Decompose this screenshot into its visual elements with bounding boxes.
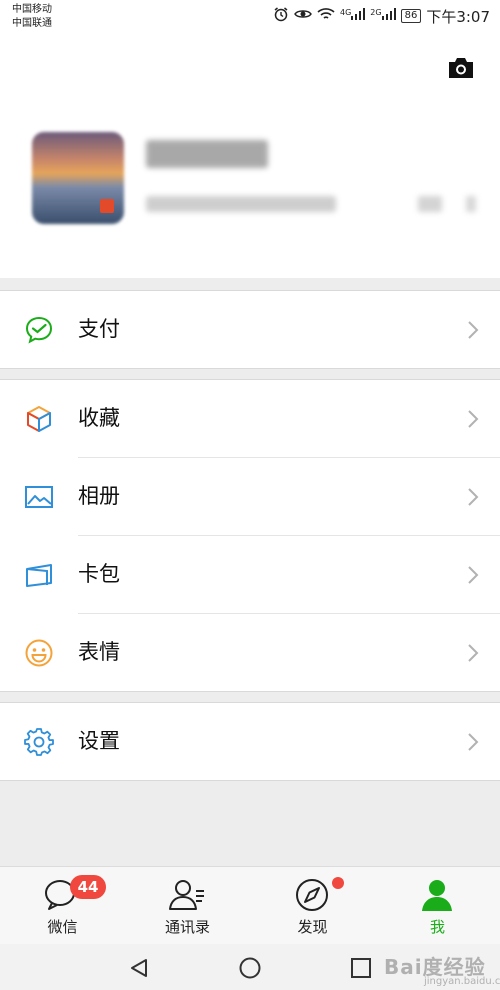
menu-label-settings: 设置	[78, 729, 120, 753]
unread-badge: 44	[70, 875, 106, 899]
menu-label-album: 相册	[78, 484, 120, 508]
wifi-icon	[317, 7, 335, 25]
battery-indicator: 86	[400, 9, 422, 23]
menu-label-pay: 支付	[78, 317, 120, 341]
tab-label-contacts: 通讯录	[164, 918, 210, 936]
wechat-id-blurred	[146, 196, 336, 212]
menu-item-stickers[interactable]: 表情	[0, 614, 500, 691]
menu-item-album[interactable]: 相册	[0, 458, 500, 535]
menu-group-pay: 支付	[0, 290, 500, 369]
tab-label-discover: 发现	[297, 918, 328, 936]
chevron-right-icon	[466, 196, 476, 212]
favorites-cube-icon	[24, 404, 54, 434]
card-wallet-icon	[24, 560, 54, 590]
home-icon[interactable]	[239, 957, 261, 979]
person-icon	[417, 877, 457, 913]
tab-chats[interactable]: 44 微信	[0, 867, 125, 945]
watermark: Bai度经验 jingyan.baidu.com	[384, 951, 500, 987]
network-type-2: 2G	[370, 7, 382, 17]
gear-icon	[24, 727, 54, 757]
menu-item-cards[interactable]: 卡包	[0, 536, 500, 613]
carrier-2: 中国联通	[12, 18, 52, 29]
tab-label-me: 我	[429, 918, 445, 936]
chevron-right-icon	[466, 643, 480, 663]
compass-icon	[292, 877, 332, 913]
contacts-icon	[167, 877, 207, 913]
tab-bar: 44 微信 通讯录 发现 我	[0, 866, 500, 944]
chevron-right-icon	[466, 732, 480, 752]
chevron-right-icon	[466, 409, 480, 429]
new-indicator-dot	[332, 877, 344, 889]
carrier-info: 中国移动 中国联通	[12, 3, 52, 31]
camera-icon[interactable]	[446, 56, 476, 80]
watermark-url: jingyan.baidu.com	[424, 976, 500, 987]
album-icon	[24, 482, 54, 512]
network-type-1: 4G	[339, 7, 352, 17]
status-bar: 中国移动 中国联通 4G 2G 86 下午3:07	[0, 0, 500, 36]
status-icons: 4G 2G 86 下午3:07	[273, 6, 490, 26]
menu-item-pay[interactable]: 支付	[0, 291, 500, 368]
chevron-right-icon	[466, 487, 480, 507]
menu-group-settings: 设置	[0, 702, 500, 781]
tab-discover[interactable]: 发现	[250, 867, 375, 945]
avatar-badge	[100, 199, 114, 213]
pay-icon	[24, 315, 54, 345]
tab-me[interactable]: 我	[375, 867, 500, 945]
tab-label-chats: 微信	[47, 918, 78, 936]
menu-group-main: 收藏 相册 卡包 表情	[0, 379, 500, 692]
chevron-right-icon	[466, 320, 480, 340]
signal-2-icon: 2G	[370, 7, 396, 24]
chevron-right-icon	[466, 565, 480, 585]
eye-comfort-icon	[294, 7, 312, 25]
clock: 下午3:07	[426, 7, 490, 26]
alarm-icon	[273, 6, 289, 26]
emoji-icon	[24, 638, 54, 668]
nickname-blurred	[146, 140, 268, 168]
tab-contacts[interactable]: 通讯录	[125, 867, 250, 945]
menu-label-favorites: 收藏	[78, 406, 120, 430]
profile-header[interactable]	[0, 36, 500, 278]
menu-item-settings[interactable]: 设置	[0, 703, 500, 780]
back-icon[interactable]	[128, 957, 150, 979]
signal-1-icon: 4G	[339, 7, 366, 24]
menu-label-cards: 卡包	[78, 562, 120, 586]
recents-icon[interactable]	[350, 957, 372, 979]
qr-code-icon[interactable]	[418, 196, 442, 212]
menu-label-stickers: 表情	[78, 640, 120, 664]
menu-item-favorites[interactable]: 收藏	[0, 380, 500, 457]
carrier-1: 中国移动	[12, 4, 52, 15]
